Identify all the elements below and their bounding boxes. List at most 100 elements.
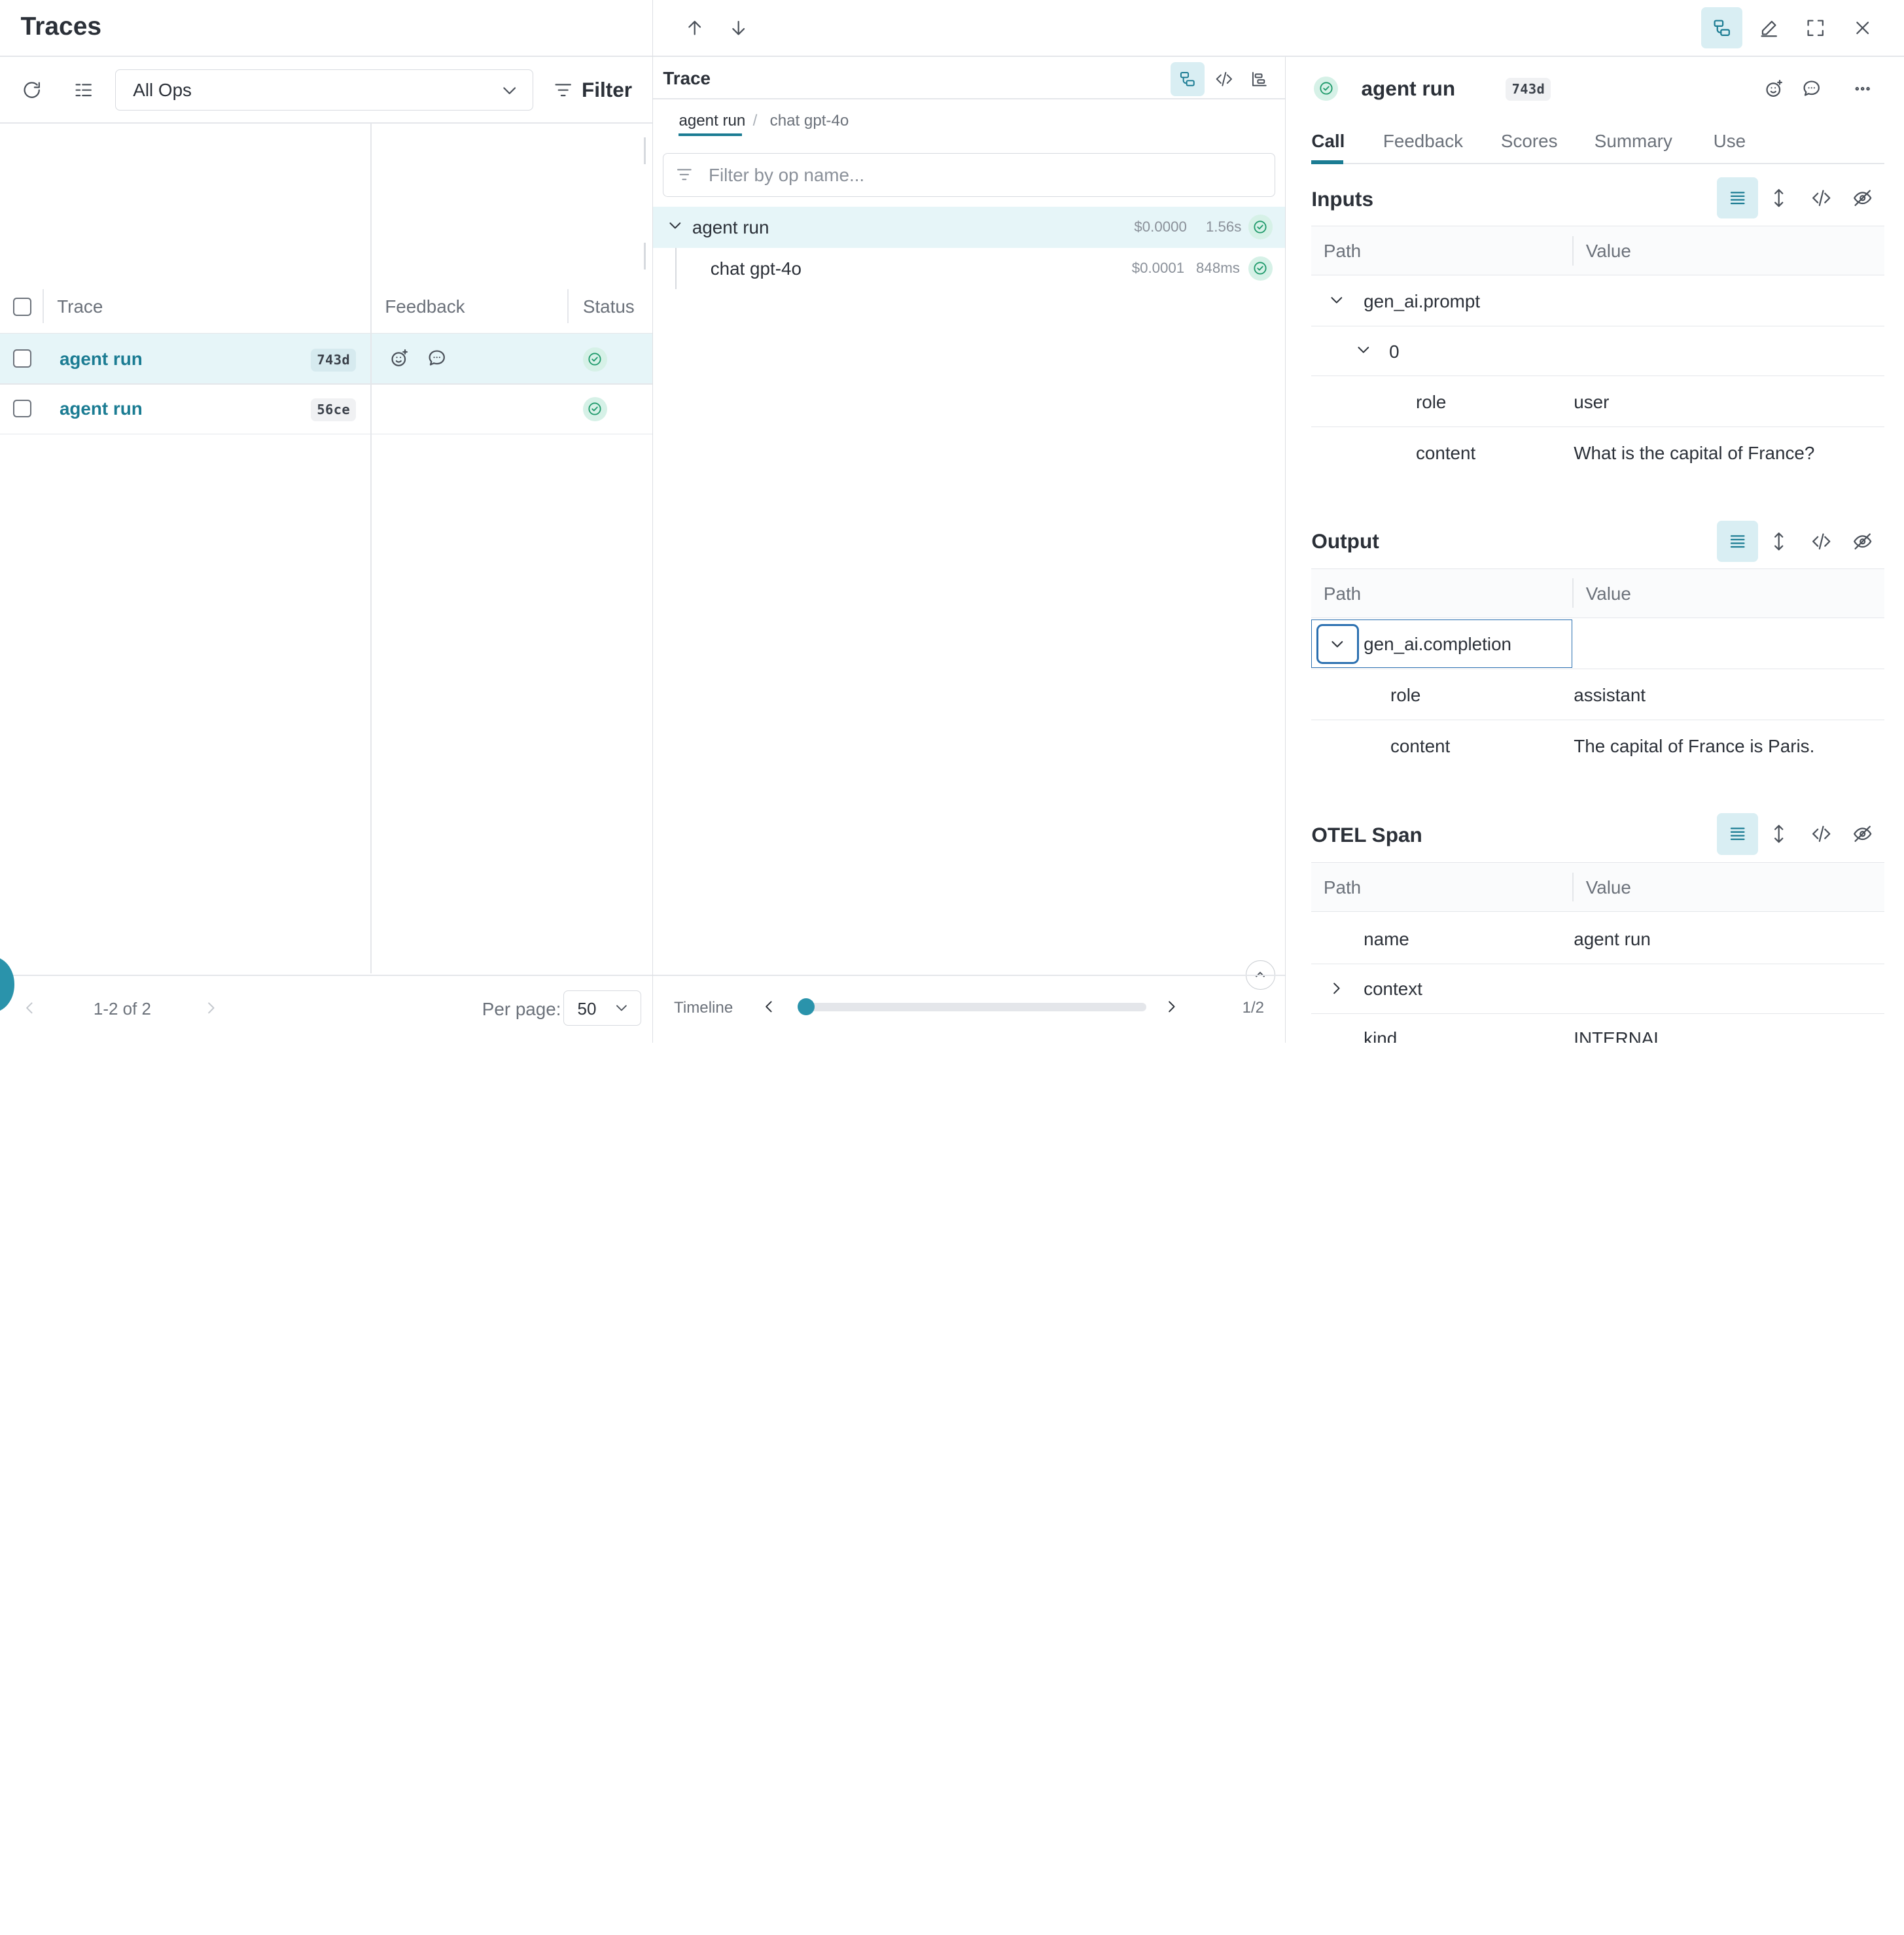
otel-hide-button[interactable] [1842, 813, 1883, 854]
trace-tree-item[interactable]: chat gpt-4o $0.0001 848ms [653, 248, 1284, 289]
timeline-slider-track[interactable] [806, 1002, 1146, 1011]
table-row[interactable]: 0 [1311, 326, 1885, 377]
col-trace[interactable]: Trace [57, 296, 103, 317]
col-status[interactable]: Status [583, 296, 635, 317]
col-path: Path [1323, 583, 1362, 604]
table-row[interactable]: context [1311, 964, 1885, 1014]
otel-expand-button[interactable] [1758, 813, 1799, 854]
row-checkbox[interactable] [13, 399, 32, 418]
divider [653, 975, 1285, 977]
tabs-divider [1311, 162, 1885, 164]
output-table-view-button[interactable] [1717, 521, 1759, 563]
tab-summary[interactable]: Summary [1595, 131, 1672, 152]
col-value: Value [1585, 877, 1631, 898]
comment-button[interactable] [1791, 68, 1832, 109]
table-row[interactable]: content What is the capital of France? [1311, 427, 1884, 478]
output-table-header: Path Value [1311, 568, 1885, 618]
select-all-checkbox[interactable] [13, 297, 32, 316]
inputs-table-view-button[interactable] [1717, 177, 1759, 219]
table-row[interactable]: role user [1311, 376, 1885, 428]
table-row[interactable]: kind INTERNAL [1311, 1014, 1884, 1043]
table-row[interactable]: name agent run [1311, 913, 1885, 964]
op-filter-input[interactable]: Filter by op name... [663, 152, 1275, 197]
chevron-down-icon[interactable] [665, 216, 685, 235]
filter-button[interactable]: Filter [552, 69, 640, 111]
breadcrumb-item[interactable]: chat gpt-4o [770, 112, 849, 130]
trace-name-link[interactable]: agent run [60, 349, 143, 370]
list-view-icon [1730, 192, 1745, 204]
timeline-slider-thumb[interactable] [798, 998, 815, 1015]
output-expand-button[interactable] [1758, 521, 1799, 562]
list-view-icon [1730, 828, 1745, 841]
header-divider [1572, 578, 1574, 608]
trace-code-view-button[interactable] [1207, 62, 1241, 96]
edit-button[interactable] [1748, 7, 1789, 48]
otel-table-view-button[interactable] [1717, 813, 1759, 855]
refresh-button[interactable] [11, 69, 52, 111]
fullscreen-button[interactable] [1795, 7, 1836, 48]
tab-feedback[interactable]: Feedback [1383, 131, 1463, 152]
trace-name-link[interactable]: agent run [60, 398, 143, 419]
breadcrumb-item[interactable]: agent run [679, 112, 745, 130]
trace-panel-title: Trace [663, 67, 711, 88]
output-hide-button[interactable] [1842, 521, 1883, 562]
table-row[interactable]: agent run 743d [0, 334, 652, 384]
expand-vertical-icon [1774, 825, 1784, 843]
refresh-icon [24, 81, 40, 98]
next-page-icon[interactable] [202, 998, 221, 1018]
close-button[interactable] [1842, 7, 1883, 48]
table-row[interactable]: role assistant [1311, 669, 1885, 720]
chevron-right-icon[interactable] [1327, 979, 1347, 998]
output-code-view-button[interactable] [1801, 521, 1842, 562]
more-button[interactable] [1842, 68, 1883, 109]
divider [0, 56, 652, 58]
add-reaction-icon[interactable] [389, 347, 410, 369]
comment-icon[interactable] [426, 347, 448, 369]
trace-tree-view-button[interactable] [1171, 61, 1205, 96]
table-row[interactable]: gen_ai.prompt [1311, 277, 1885, 327]
inputs-hide-button[interactable] [1842, 177, 1883, 218]
inputs-expand-button[interactable] [1758, 177, 1799, 218]
otel-code-view-button[interactable] [1801, 813, 1842, 854]
divider [0, 433, 652, 435]
inputs-table-header: Path Value [1311, 226, 1885, 276]
row-checkbox[interactable] [13, 349, 32, 368]
tab-use[interactable]: Use [1714, 131, 1746, 152]
add-reaction-icon [1766, 79, 1782, 97]
col-path: Path [1323, 241, 1362, 262]
inputs-code-view-button[interactable] [1801, 177, 1842, 218]
tree-view-button[interactable] [1701, 7, 1743, 49]
tab-call[interactable]: Call [1311, 131, 1345, 152]
breadcrumb-separator: / [752, 111, 758, 130]
columns-button[interactable] [63, 69, 105, 111]
col-feedback[interactable]: Feedback [385, 296, 465, 317]
prev-trace-button[interactable] [674, 7, 715, 48]
table-row[interactable]: agent run 56ce [0, 385, 652, 433]
help-fab[interactable] [0, 956, 15, 1013]
tree-view-icon [1714, 20, 1730, 36]
timeline-next-icon[interactable] [1162, 997, 1182, 1017]
column-divider [370, 124, 372, 974]
chevron-down-icon [499, 80, 520, 101]
add-reaction-button[interactable] [1754, 68, 1795, 109]
trace-tree-item[interactable]: agent run $0.0000 1.56s [653, 206, 1285, 248]
prev-page-icon[interactable] [20, 998, 39, 1018]
col-value: Value [1585, 241, 1631, 262]
table-row[interactable]: content The capital of France is Paris. [1311, 720, 1884, 771]
per-page-value: 50 [577, 998, 597, 1019]
table-row[interactable]: gen_ai.completion [1311, 619, 1885, 669]
path-cell: context [1364, 978, 1422, 999]
status-success-icon [582, 347, 607, 372]
next-trace-button[interactable] [718, 7, 759, 48]
tab-scores[interactable]: Scores [1501, 131, 1558, 152]
scroll-indicator [643, 137, 646, 164]
chevron-down-icon[interactable] [1327, 290, 1347, 310]
chevron-down-icon[interactable] [1354, 340, 1373, 360]
tree-view-icon [1180, 71, 1195, 86]
per-page-select[interactable]: 50 [563, 990, 641, 1026]
expand-toggle-button[interactable] [1316, 623, 1359, 665]
ops-select[interactable]: All Ops [115, 69, 533, 111]
timeline-prev-icon[interactable] [759, 997, 779, 1017]
trace-timeline-view-button[interactable] [1243, 62, 1277, 96]
list-view-icon [1730, 535, 1745, 548]
